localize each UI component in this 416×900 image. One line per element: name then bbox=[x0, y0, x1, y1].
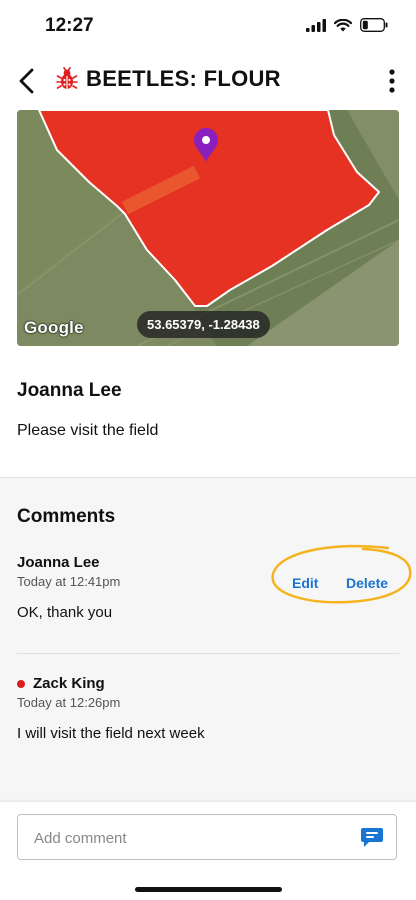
comment-author: Joanna Lee bbox=[17, 554, 100, 571]
status-bar: 12:27 bbox=[0, 0, 416, 54]
comment-divider bbox=[17, 653, 399, 654]
top-app-bar: BEETLES: FLOUR bbox=[0, 58, 416, 104]
comment-composer bbox=[0, 802, 416, 900]
signal-icon bbox=[306, 18, 326, 32]
google-logo: Google bbox=[24, 318, 84, 337]
more-vertical-icon bbox=[389, 69, 395, 93]
comment-text: OK, thank you bbox=[17, 604, 113, 621]
more-options-button[interactable] bbox=[384, 64, 400, 98]
comments-heading: Comments bbox=[17, 506, 116, 527]
comment-text: I will visit the field next week bbox=[17, 725, 205, 742]
comment-author-name: Joanna Lee bbox=[17, 554, 100, 571]
map-pin-icon[interactable] bbox=[193, 127, 219, 163]
page-title: BEETLES: FLOUR bbox=[86, 66, 281, 91]
issue-message: Please visit the field bbox=[17, 422, 159, 439]
field-map[interactable]: Google 53.65379, -1.28438 bbox=[17, 110, 399, 346]
comment-input-box[interactable] bbox=[17, 814, 397, 861]
wifi-icon bbox=[334, 18, 352, 31]
unread-indicator bbox=[17, 679, 25, 688]
back-arrow-icon bbox=[19, 68, 34, 94]
comments-section: Comments Joanna Lee Today at 12:41pm OK,… bbox=[0, 477, 416, 803]
home-indicator bbox=[135, 887, 282, 892]
comment-send-icon[interactable] bbox=[360, 826, 384, 848]
title-group: BEETLES: FLOUR bbox=[56, 66, 281, 92]
highlight-circle-annotation bbox=[271, 544, 412, 604]
battery-icon bbox=[360, 18, 388, 32]
issue-author: Joanna Lee bbox=[17, 380, 122, 401]
status-icons bbox=[306, 18, 388, 32]
comment-time: Today at 12:26pm bbox=[17, 695, 121, 710]
comment-author: Zack King bbox=[17, 675, 105, 692]
coordinates-label: 53.65379, -1.28438 bbox=[137, 311, 270, 338]
comment-input[interactable] bbox=[32, 815, 356, 861]
back-button[interactable] bbox=[14, 64, 40, 98]
comment-author-name: Zack King bbox=[33, 675, 105, 692]
status-time: 12:27 bbox=[45, 15, 94, 36]
beetle-icon bbox=[56, 67, 78, 89]
comment-time: Today at 12:41pm bbox=[17, 574, 121, 589]
